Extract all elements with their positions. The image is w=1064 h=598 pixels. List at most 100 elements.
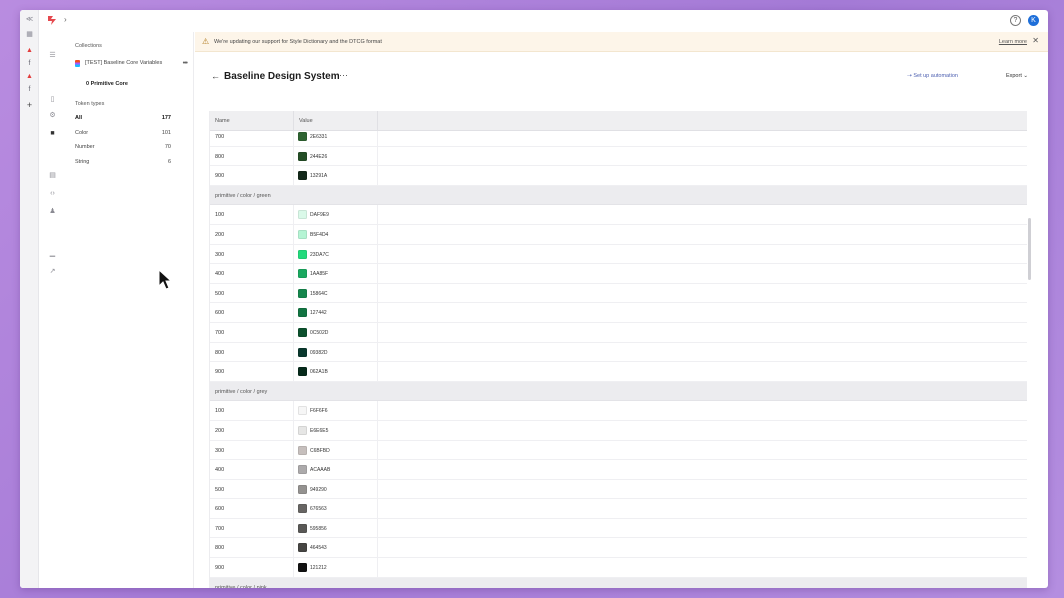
figma-icon[interactable]: f <box>25 60 34 68</box>
token-value: 676563 <box>310 506 327 513</box>
grid-icon[interactable]: ▦ <box>25 31 34 39</box>
table-row[interactable]: 600 676563 <box>210 499 1027 519</box>
back-arrow-icon[interactable]: ← <box>211 71 220 81</box>
color-swatch[interactable] <box>298 327 307 337</box>
token-name: 900 <box>215 173 225 180</box>
color-swatch[interactable] <box>298 406 307 416</box>
table-row[interactable]: 200 E6E6E5 <box>210 420 1027 441</box>
close-icon[interactable]: ✕ <box>1032 36 1039 45</box>
token-value: 127442 <box>310 310 327 317</box>
color-swatch[interactable] <box>298 210 307 220</box>
collection-item[interactable]: [TEST] Baseline Core Variables ••• <box>75 58 188 68</box>
color-swatch[interactable] <box>298 132 307 141</box>
more-icon[interactable]: ··· <box>339 70 348 80</box>
color-swatch[interactable] <box>298 151 307 161</box>
table-row[interactable]: 300 23DA7C <box>210 244 1027 265</box>
color-swatch[interactable] <box>298 288 307 298</box>
collapse-icon[interactable]: ≪ <box>25 16 34 24</box>
more-icon[interactable]: ••• <box>183 60 188 67</box>
token-value: 2E6331 <box>310 134 328 140</box>
settings-icon[interactable]: ⚙ <box>48 111 57 120</box>
color-swatch[interactable] <box>298 504 307 514</box>
app-logo-icon[interactable] <box>47 15 58 26</box>
column-divider <box>377 499 378 518</box>
setup-automation-button[interactable]: ⇢ Set up automation <box>907 73 958 79</box>
file-icon[interactable]: ▯ <box>48 95 57 104</box>
token-value: C6BFBD <box>310 447 330 454</box>
figma-icon[interactable]: f <box>25 86 34 94</box>
group-row[interactable]: primitive / color / pink <box>210 577 1027 588</box>
table-row[interactable]: 200 B5F4D4 <box>210 224 1027 245</box>
column-divider <box>293 420 294 440</box>
column-header-name[interactable]: Name <box>215 118 230 124</box>
export-button[interactable]: Export ⌄ <box>1006 73 1028 79</box>
color-swatch[interactable] <box>298 308 307 318</box>
table-row[interactable]: 700 0C502D <box>210 322 1027 343</box>
token-name: 800 <box>215 545 225 552</box>
table-row[interactable]: 800 09382D <box>210 342 1027 363</box>
library-icon[interactable]: ▤ <box>48 171 57 180</box>
people-icon[interactable]: ♟ <box>48 207 57 216</box>
color-swatch[interactable] <box>298 229 307 239</box>
learn-more-link[interactable]: Learn more <box>999 39 1027 45</box>
table-row[interactable]: 500 15864C <box>210 283 1027 304</box>
color-swatch[interactable] <box>298 347 307 357</box>
token-type-color[interactable]: Color 101 <box>75 130 171 140</box>
token-type-number[interactable]: Number 70 <box>75 144 171 154</box>
table-row[interactable]: 900 13291A <box>210 166 1027 186</box>
color-swatch[interactable] <box>298 171 307 181</box>
avatar[interactable]: K <box>1028 15 1039 26</box>
table-row[interactable]: 800 464543 <box>210 538 1027 559</box>
table-row[interactable]: 700 595856 <box>210 518 1027 539</box>
color-swatch[interactable] <box>298 543 307 553</box>
figma-icon <box>75 59 80 67</box>
group-row[interactable]: primitive / color / grey <box>210 381 1027 402</box>
token-type-count: 6 <box>167 159 171 165</box>
chevron-right-icon[interactable]: › <box>64 15 67 24</box>
table-row[interactable]: 900 121212 <box>210 558 1027 578</box>
figma-file-icon[interactable]: ▲ <box>25 73 34 81</box>
table-row[interactable]: 800 244E26 <box>210 146 1027 167</box>
column-divider <box>377 558 378 577</box>
color-swatch[interactable] <box>298 563 307 573</box>
plus-icon[interactable]: + <box>25 101 34 110</box>
table-row[interactable]: 900 062A1B <box>210 362 1027 382</box>
table-row[interactable]: 600 127442 <box>210 303 1027 323</box>
token-name: 400 <box>215 271 225 278</box>
column-divider <box>293 283 294 303</box>
collection-mode[interactable]: 0 Primitive Core <box>86 81 128 87</box>
code-icon[interactable]: ‹› <box>48 189 57 198</box>
table-row[interactable]: 100 F6F6F6 <box>210 401 1027 421</box>
token-value: 0C502D <box>310 329 329 336</box>
column-header-value[interactable]: Value <box>299 118 313 124</box>
table-row[interactable]: 300 C6BFBD <box>210 440 1027 461</box>
token-type-all[interactable]: All 177 <box>75 115 171 125</box>
token-type-string[interactable]: String 6 <box>75 159 171 169</box>
chart-icon[interactable]: ▁ <box>48 249 57 258</box>
color-swatch[interactable] <box>298 445 307 455</box>
scrollbar[interactable] <box>1028 218 1031 280</box>
token-name: 600 <box>215 310 225 317</box>
table-row[interactable]: 100 DAF9E9 <box>210 205 1027 225</box>
table-row[interactable]: 400 1AA85F <box>210 264 1027 284</box>
color-swatch[interactable] <box>298 465 307 475</box>
column-divider <box>293 111 294 131</box>
tokens-icon[interactable]: ■ <box>48 129 57 138</box>
color-swatch[interactable] <box>298 484 307 494</box>
color-swatch[interactable] <box>298 269 307 279</box>
group-row[interactable]: primitive / color / green <box>210 185 1027 206</box>
table-row[interactable]: 400 ACAAAB <box>210 460 1027 480</box>
color-swatch[interactable] <box>298 249 307 259</box>
layers-icon[interactable]: ☰ <box>48 51 57 60</box>
table-row[interactable]: 500 949290 <box>210 479 1027 500</box>
color-swatch[interactable] <box>298 523 307 533</box>
figma-file-icon[interactable]: ▲ <box>25 47 34 55</box>
column-divider <box>293 244 294 264</box>
page-header: ← Baseline Design System ··· ⇢ Set up au… <box>211 70 1028 86</box>
trend-icon[interactable]: ↗ <box>48 267 57 276</box>
token-value: B5F4D4 <box>310 231 329 238</box>
help-icon[interactable]: ? <box>1010 15 1021 26</box>
color-swatch[interactable] <box>298 425 307 435</box>
color-swatch[interactable] <box>298 367 307 377</box>
collections-label: Collections <box>75 43 102 49</box>
